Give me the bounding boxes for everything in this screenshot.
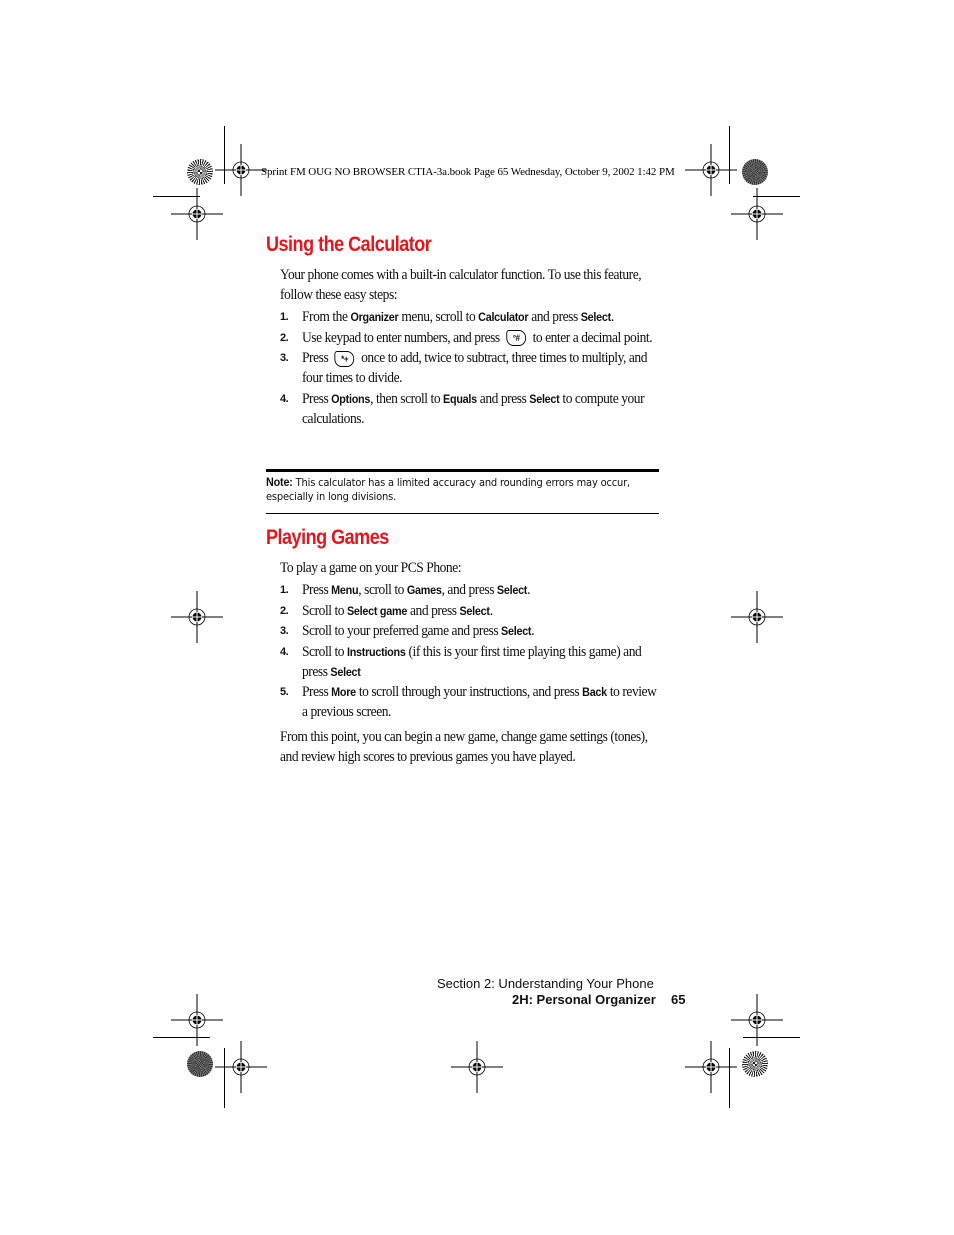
registration-target-icon [731, 188, 783, 240]
ui-term: Calculator [478, 310, 529, 324]
registration-target-icon [451, 1041, 503, 1093]
calculator-steps: 1. From the Organizer menu, scroll to Cal… [280, 307, 700, 429]
footer-chapter: 2H: Personal Organizer [512, 992, 656, 1007]
ui-term: Select [459, 603, 490, 618]
step-number: 3. [280, 352, 289, 364]
step-number: 3. [280, 625, 289, 637]
games-outro: From this point, you can begin a new gam… [280, 729, 648, 765]
note-text: Note: This calculator has a limited accu… [266, 475, 662, 504]
ui-term: Select game [347, 603, 408, 618]
step-item: 2. Scroll to Select game and press Select… [280, 601, 700, 621]
registration-target-icon [685, 144, 737, 196]
step-item: 3. Scroll to your preferred game and pres… [280, 621, 700, 641]
pound-key-icon: °# [506, 330, 527, 347]
star-key-icon: *+ [334, 350, 355, 367]
ui-term: Games [406, 583, 442, 597]
step-number: 1. [280, 584, 289, 596]
step-item: 1. Press Menu, scroll to Games, and press… [280, 580, 700, 600]
registration-target-icon [685, 1041, 737, 1093]
ui-term: Select [529, 391, 560, 406]
print-slug: Sprint FM OUG NO BROWSER CTIA-3a.book Pa… [261, 166, 675, 178]
step-number: 1. [280, 311, 289, 323]
ui-term: Options [331, 391, 371, 406]
registration-target-icon [215, 144, 267, 196]
page-number: 65 [671, 992, 686, 1007]
step-item: 3. Press *+ once to add, twice to subtrac… [280, 348, 700, 388]
step-number: 4. [280, 645, 289, 658]
calculator-heading: Using the Calculator [266, 233, 432, 256]
games-intro: To play a game on your PCS Phone: [280, 560, 462, 576]
ui-term: Instructions [347, 644, 406, 659]
step-item: 4. Scroll to Instructions (if this is you… [280, 642, 700, 682]
registration-target-icon [171, 591, 223, 643]
step-text: Scroll to Instructions (if this is your … [302, 643, 642, 680]
note-box: Note: This calculator has a limited accu… [266, 469, 659, 514]
ui-term: More [331, 685, 356, 699]
step-text: Scroll to your preferred game and press … [302, 623, 535, 639]
ui-term: Select [580, 310, 611, 324]
footer-section: Section 2: Understanding Your Phone [437, 976, 654, 991]
step-item: 2. Use keypad to enter numbers, and press… [280, 328, 700, 348]
step-text: Press *+ once to add, twice to subtract,… [302, 350, 648, 386]
games-heading: Playing Games [266, 526, 389, 549]
step-text: Press Options, then scroll to Equals and… [302, 390, 645, 427]
note-label: Note: [266, 475, 293, 489]
registration-target-icon [215, 1041, 267, 1093]
ui-term: Equals [443, 391, 477, 406]
step-number: 2. [280, 331, 289, 344]
ui-term: Select [330, 664, 361, 679]
step-text: Press More to scroll through your instru… [302, 684, 657, 720]
games-steps: 1. Press Menu, scroll to Games, and press… [280, 580, 700, 723]
step-number: 4. [280, 392, 289, 405]
step-text: Scroll to Select game and press Select. [302, 602, 493, 619]
registration-target-icon [171, 188, 223, 240]
ui-term: Back [582, 685, 607, 699]
step-item: 4. Press Options, then scroll to Equals a… [280, 389, 700, 429]
step-number: 2. [280, 604, 289, 617]
step-text: From the Organizer menu, scroll to Calcu… [302, 309, 614, 325]
step-text: Use keypad to enter numbers, and press °… [302, 329, 653, 347]
step-number: 5. [280, 686, 289, 698]
ui-term: Organizer [350, 310, 399, 324]
step-item: 1. From the Organizer menu, scroll to Cal… [280, 307, 700, 327]
calculator-intro: Your phone comes with a built-in calcula… [280, 267, 642, 303]
ui-term: Menu [331, 583, 359, 597]
ui-term: Select [501, 624, 532, 638]
registration-target-icon [731, 591, 783, 643]
step-item: 5. Press More to scroll through your inst… [280, 682, 700, 722]
ui-term: Select [496, 583, 528, 597]
step-text: Press Menu, scroll to Games, and press S… [302, 582, 531, 598]
registration-target-icon [171, 994, 223, 1046]
note-body: This calculator has a limited accuracy a… [266, 476, 630, 503]
registration-target-icon [731, 994, 783, 1046]
